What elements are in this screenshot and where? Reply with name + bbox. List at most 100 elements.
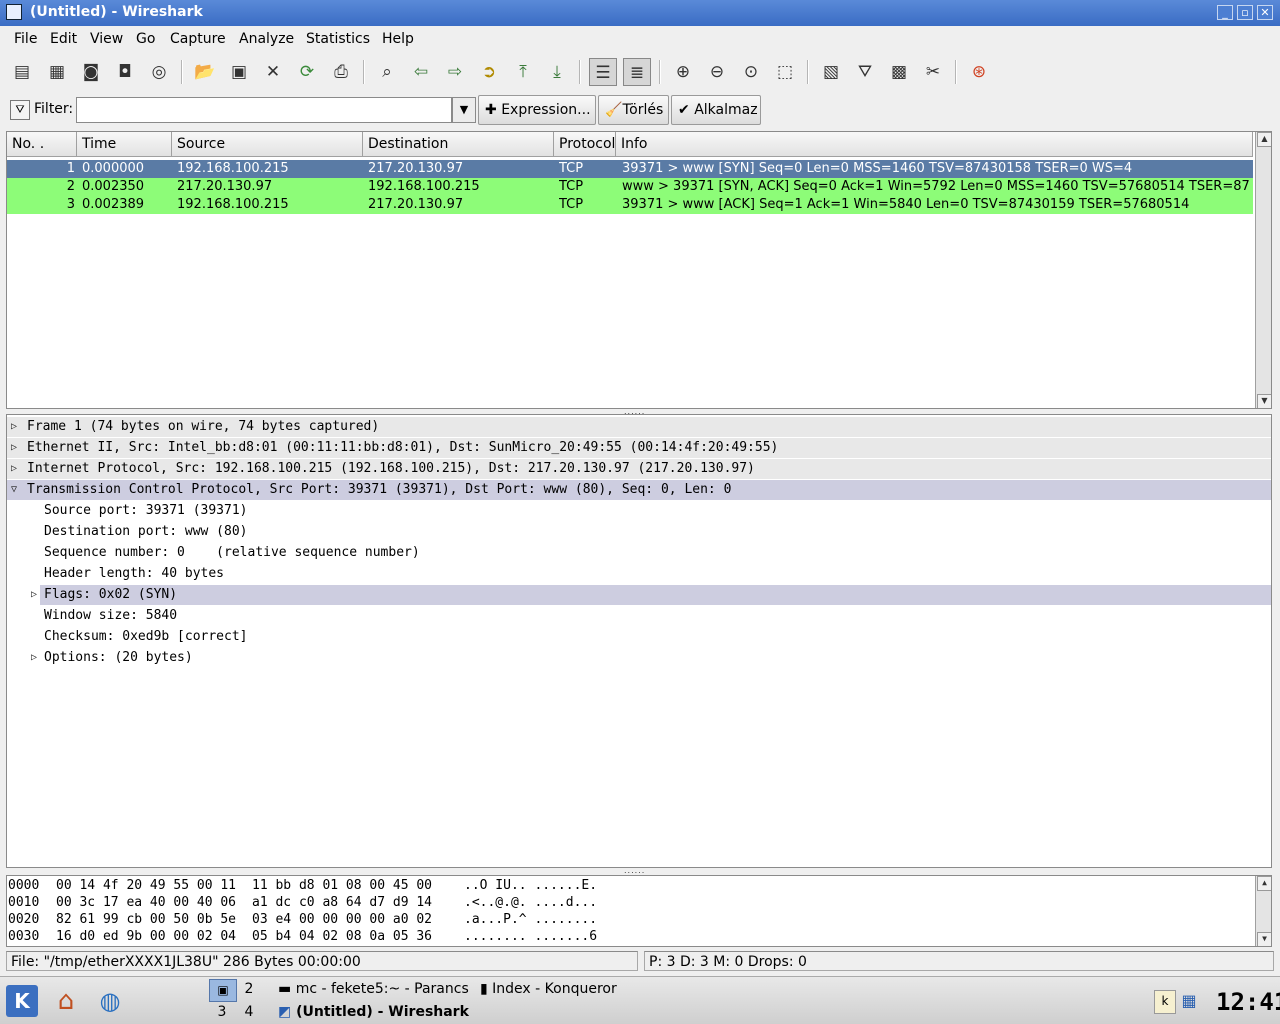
help-icon[interactable]: ⊛ [965,58,993,86]
tree-row[interactable]: ▷ Internet Protocol, Src: 192.168.100.215… [7,459,1271,479]
packet-bytes-pane[interactable]: ▲ ▼ 0000 00 14 4f 20 49 55 00 11 11 bb d8 … [6,875,1272,947]
column-header-info[interactable]: Info [616,132,1253,157]
go-to-packet-icon[interactable]: ➲ [475,58,503,86]
coloring-rules-icon[interactable]: ▩ [885,58,913,86]
menu-capture[interactable]: Capture [170,31,226,47]
packet-list-scrollbar[interactable]: ▲ ▼ [1255,132,1271,408]
scroll-down-arrow-icon[interactable]: ▼ [1257,394,1271,408]
filter-icon[interactable]: ⛛ [10,100,30,120]
tree-row[interactable]: ▽ Transmission Control Protocol, Src Port… [7,480,1271,500]
maximize-button[interactable]: ▫ [1237,5,1253,20]
print-icon[interactable]: ⎙ [327,58,355,86]
scroll-up-arrow-icon[interactable]: ▲ [1257,132,1271,147]
apply-filter-button[interactable]: ✔ Alkalmaz [671,95,761,125]
zoom-out-icon[interactable]: ⊖ [703,58,731,86]
expression-button[interactable]: ✚ Expression... [478,95,596,125]
zoom-in-icon[interactable]: ⊕ [669,58,697,86]
window-title-bar[interactable]: (Untitled) - Wireshark _ ▫ ✕ [0,0,1280,26]
menu-go[interactable]: Go [136,31,155,47]
packet-source: 217.20.130.97 [177,179,273,194]
open-file-icon[interactable]: 📂 [191,58,219,86]
reload-icon[interactable]: ⟳ [293,58,321,86]
expand-triangle-closed-icon[interactable]: ▷ [27,585,41,605]
home-folder-icon[interactable]: ⌂ [50,985,82,1017]
menu-file[interactable]: File [14,31,37,47]
expand-triangle-closed-icon[interactable]: ▷ [7,438,21,458]
desktop-3[interactable]: 3 [209,1002,235,1023]
zoom-100-icon[interactable]: ⊙ [737,58,765,86]
menu-analyze[interactable]: Analyze [239,31,294,47]
menu-help[interactable]: Help [382,31,414,47]
tree-row[interactable]: Sequence number: 0 (relative sequence nu… [40,543,1271,563]
kde-menu-icon[interactable]: K [6,985,38,1017]
konqueror-browser-icon[interactable]: ◍ [94,985,126,1017]
column-header-protocol[interactable]: Protocol [554,132,616,157]
go-forward-icon[interactable]: ⇨ [441,58,469,86]
filter-dropdown-button[interactable]: ▼ [452,97,476,123]
taskbar-item-terminal[interactable]: ▬ mc - fekete5:~ - Parancs [278,978,476,1000]
close-window-button[interactable]: ✕ [1257,5,1273,20]
packet-details-tree[interactable]: ▷ Frame 1 (74 bytes on wire, 74 bytes cap… [6,414,1272,868]
minimize-button[interactable]: _ [1217,5,1233,20]
pane-splitter-bottom[interactable]: ...... [624,867,660,875]
resize-columns-icon[interactable]: ⬚ [771,58,799,86]
taskbar-item-wireshark[interactable]: ◩ (Untitled) - Wireshark [278,1001,538,1023]
capture-start-icon[interactable]: ◙ [77,58,105,86]
menu-statistics[interactable]: Statistics [306,31,370,47]
packet-row[interactable]: 1 0.000000 192.168.100.215 217.20.130.97… [7,160,1253,178]
colorize-icon[interactable]: ☰ [589,58,617,86]
preferences-icon[interactable]: ✂ [919,58,947,86]
column-header-destination[interactable]: Destination [363,132,554,157]
go-last-icon[interactable]: ⤓ [543,58,571,86]
go-first-icon[interactable]: ⤒ [509,58,537,86]
tree-row-text: Sequence number: 0 (relative sequence nu… [44,545,420,560]
expand-triangle-open-icon[interactable]: ▽ [7,480,21,500]
expand-triangle-closed-icon[interactable]: ▷ [7,417,21,437]
go-back-icon[interactable]: ⇦ [407,58,435,86]
checkmark-icon: ✔ [678,102,690,118]
tree-row[interactable]: Checksum: 0xed9b [correct] [40,627,1271,647]
capture-restart-icon[interactable]: ◎ [145,58,173,86]
capture-stop-icon[interactable]: ◘ [111,58,139,86]
tree-row[interactable]: ▷ Flags: 0x02 (SYN) [31,585,1271,605]
tree-row[interactable]: Destination port: www (80) [40,522,1271,542]
find-packet-icon[interactable]: ⌕ [373,58,401,86]
column-header-no[interactable]: No. . [7,132,77,157]
desktop-1[interactable]: ▣ [209,979,237,1002]
packet-list[interactable]: No. . Time Source Destination Protocol I… [6,131,1272,409]
tree-row[interactable]: Header length: 40 bytes [40,564,1271,584]
close-file-icon[interactable]: ✕ [259,58,287,86]
wireshark-icon: ◩ [278,1004,292,1020]
system-tray-icon[interactable]: ▦ [1178,990,1200,1012]
scroll-down-arrow-icon[interactable]: ▼ [1257,932,1271,946]
expand-triangle-closed-icon[interactable]: ▷ [27,648,41,668]
taskbar-item-konqueror[interactable]: ▮ Index - Konqueror [480,978,680,1000]
tree-row[interactable]: ▷ Ethernet II, Src: Intel_bb:d8:01 (00:11… [7,438,1271,458]
bytes-scrollbar[interactable]: ▲ ▼ [1255,876,1271,946]
menu-edit[interactable]: Edit [50,31,77,47]
tree-row[interactable]: ▷ Options: (20 bytes) [31,648,1271,668]
capture-filters-icon[interactable]: ▧ [817,58,845,86]
column-header-time[interactable]: Time [77,132,172,157]
desktop-4[interactable]: 4 [236,1002,262,1023]
filter-input[interactable] [76,97,452,123]
klipper-clipboard-icon[interactable]: k [1154,990,1176,1014]
tree-row[interactable]: ▷ Frame 1 (74 bytes on wire, 74 bytes cap… [7,417,1271,437]
capture-interfaces-icon[interactable]: ▤ [8,58,36,86]
save-file-icon[interactable]: ▣ [225,58,253,86]
scroll-up-arrow-icon[interactable]: ▲ [1257,876,1271,891]
capture-options-icon[interactable]: ▦ [43,58,71,86]
tree-row[interactable]: Window size: 5840 [40,606,1271,626]
desktop-2[interactable]: 2 [236,979,262,1000]
auto-scroll-icon[interactable]: ≣ [623,58,651,86]
packet-row[interactable]: 3 0.002389 192.168.100.215 217.20.130.97… [7,196,1253,214]
display-filters-icon[interactable]: ⛛ [851,58,879,86]
expand-triangle-closed-icon[interactable]: ▷ [7,459,21,479]
packet-row[interactable]: 2 0.002350 217.20.130.97 192.168.100.215… [7,178,1253,196]
column-header-source[interactable]: Source [172,132,363,157]
wireshark-app-icon[interactable] [6,4,22,20]
tree-row[interactable]: Source port: 39371 (39371) [40,501,1271,521]
clear-filter-button[interactable]: 🧹Törlés [598,95,669,125]
clock[interactable]: 12:41 [1216,985,1280,1019]
menu-view[interactable]: View [90,31,123,47]
